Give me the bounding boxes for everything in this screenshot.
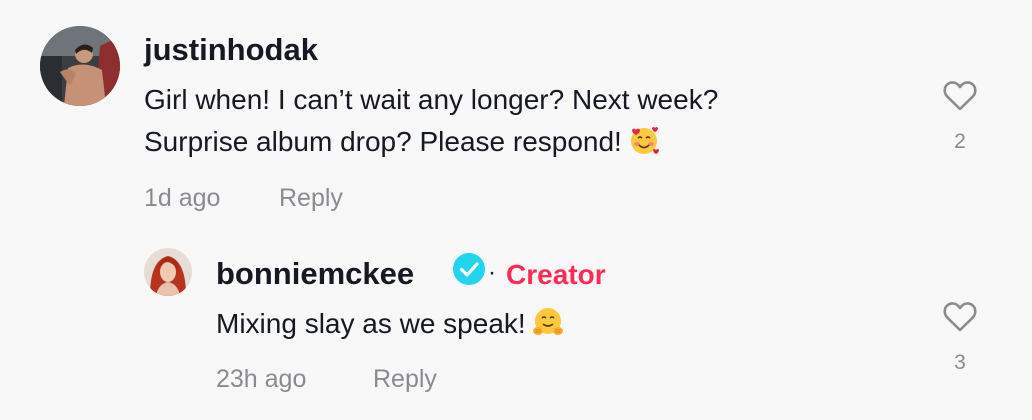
like-button[interactable]: 2 bbox=[940, 80, 980, 154]
like-button[interactable]: 3 bbox=[940, 301, 980, 375]
separator-dot: · bbox=[488, 259, 496, 286]
user-avatar[interactable] bbox=[144, 248, 192, 296]
comment-timestamp: 23h ago bbox=[216, 365, 307, 393]
comment-timestamp: 1d ago bbox=[144, 184, 221, 212]
user-avatar[interactable] bbox=[40, 26, 120, 106]
like-count: 3 bbox=[954, 351, 966, 374]
heart-icon bbox=[943, 302, 977, 332]
heart-icon bbox=[943, 81, 977, 111]
verified-badge-icon bbox=[453, 253, 485, 285]
comment-username[interactable]: bonniemckee bbox=[216, 256, 414, 292]
comments-panel: { "comments": [ { "username": "justinhod… bbox=[0, 0, 1032, 420]
creator-badge: Creator bbox=[506, 259, 606, 290]
smiling-face-with-hearts-icon bbox=[630, 127, 659, 154]
comment-text-line: Surprise album drop? Please respond! bbox=[144, 120, 660, 164]
comment-text: Mixing slay as we speak! bbox=[216, 308, 526, 339]
comment-text-line: Mixing slay as we speak! bbox=[216, 302, 564, 346]
like-count: 2 bbox=[954, 130, 966, 153]
reply-button[interactable]: Reply bbox=[373, 364, 437, 394]
comment-text-line: Girl when! I can’t wait any longer? Next… bbox=[144, 84, 719, 115]
hugging-face-icon bbox=[532, 308, 563, 335]
comment-username[interactable]: justinhodak bbox=[144, 32, 318, 68]
reply-button[interactable]: Reply bbox=[279, 183, 343, 213]
comment-text: Surprise album drop? Please respond! bbox=[144, 126, 622, 157]
